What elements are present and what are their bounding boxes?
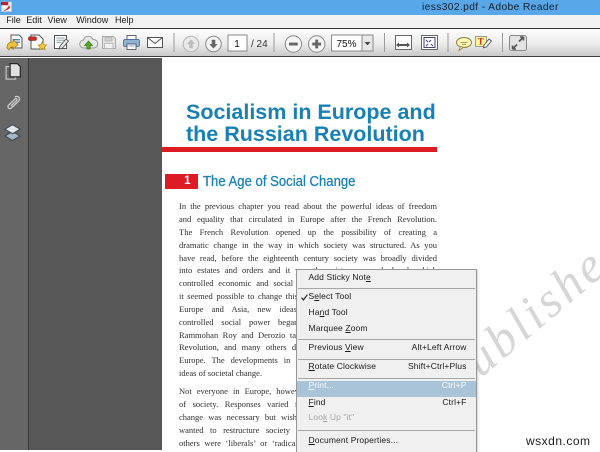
- svg-text:75%: 75%: [336, 39, 356, 50]
- svg-text:/ 24: / 24: [251, 39, 268, 50]
- svg-text:T: T: [478, 37, 484, 47]
- svg-text:1: 1: [234, 39, 240, 50]
